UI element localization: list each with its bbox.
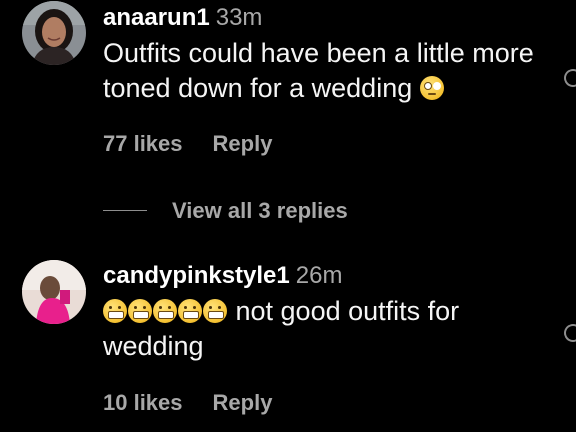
like-heart-icon[interactable] <box>561 321 576 345</box>
grimacing-face-icon <box>203 299 227 323</box>
grimacing-face-icon <box>128 299 152 323</box>
avatar[interactable] <box>22 260 86 324</box>
likes-count[interactable]: 77 likes <box>103 131 183 156</box>
reply-button[interactable]: Reply <box>213 131 273 156</box>
comment-item: anaarun1 33m Outfits could have been a li… <box>0 0 576 200</box>
view-replies-label: View all 3 replies <box>172 198 348 223</box>
likes-count[interactable]: 10 likes <box>103 390 183 415</box>
comment-text-container: Outfits could have been a little more to… <box>103 36 552 106</box>
view-replies-button[interactable]: View all 3 replies <box>103 198 463 224</box>
comment-item: candypinkstyle1 26m not good outfits for … <box>0 258 576 432</box>
comment-text-container: not good outfits for wedding <box>103 294 552 364</box>
comment-username[interactable]: anaarun1 <box>103 4 210 31</box>
comment-timestamp: 33m <box>215 4 263 31</box>
face-with-rolling-eyes-icon <box>419 76 444 100</box>
avatar[interactable] <box>22 1 86 65</box>
grimacing-face-icon <box>103 299 127 323</box>
comment-timestamp: 26m <box>295 262 343 289</box>
grimacing-face-icon <box>153 299 177 323</box>
grimacing-face-icon <box>178 299 202 323</box>
divider-line <box>103 210 147 211</box>
comment-text: Outfits could have been a little more to… <box>103 38 534 103</box>
like-heart-icon[interactable] <box>561 66 576 90</box>
comment-username[interactable]: candypinkstyle1 <box>103 262 290 289</box>
reply-button[interactable]: Reply <box>213 390 273 415</box>
